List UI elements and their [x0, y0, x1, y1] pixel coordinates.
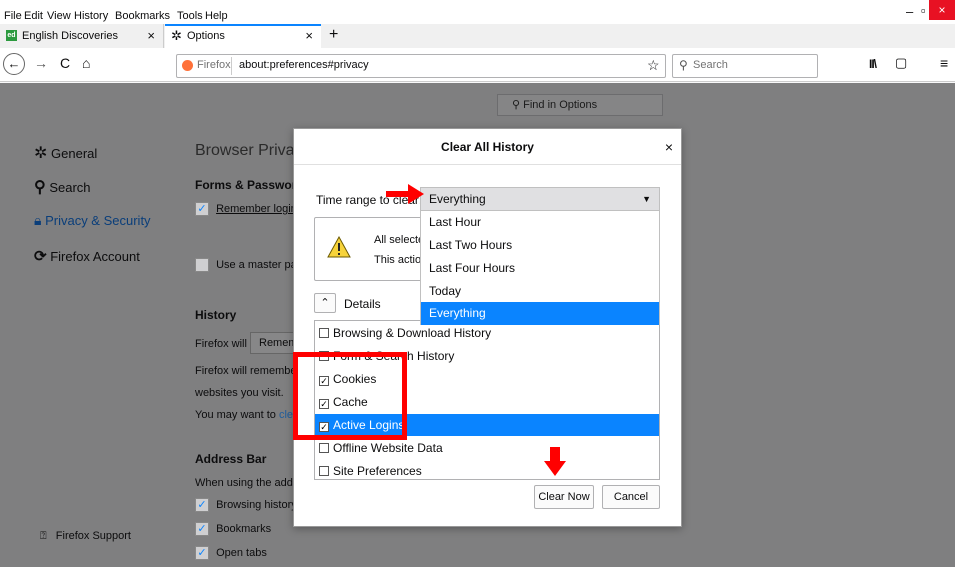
sync-icon: ⟳: [34, 248, 47, 265]
tab-label: English Discoveries: [22, 30, 118, 42]
sidebar-item-general[interactable]: ✲ General: [34, 143, 97, 163]
remember-logins-checkbox[interactable]: ✓ Remember login: [195, 202, 297, 216]
url-divider: [231, 57, 232, 75]
menu-tools[interactable]: Tools: [177, 10, 203, 22]
gear-icon: ✲: [34, 145, 48, 162]
lock-icon: 🔒︎: [34, 212, 42, 228]
master-password-checkbox[interactable]: Use a master pas: [195, 258, 302, 272]
dropdown-option[interactable]: Last Two Hours: [421, 234, 659, 257]
clear-history-link[interactable]: cle: [279, 409, 293, 421]
warning-box: All selecte This action: [314, 217, 434, 281]
sidebar-item-search[interactable]: ⚲ Search: [34, 177, 91, 197]
home-button[interactable]: ⌂: [82, 55, 90, 71]
new-tab-button[interactable]: +: [329, 26, 338, 44]
close-tab-icon[interactable]: ×: [147, 24, 155, 48]
warning-text-1: All selecte: [374, 234, 425, 246]
dialog-title: Clear All History: [294, 129, 681, 165]
may-want-text: You may want to cle: [195, 409, 294, 421]
history-mode-select[interactable]: Remem: [250, 332, 295, 354]
checkbox[interactable]: ✓: [195, 546, 209, 560]
dropdown-option[interactable]: Everything: [421, 302, 659, 325]
back-button[interactable]: ←: [3, 53, 25, 75]
bookmarks-checkbox[interactable]: ✓ Bookmarks: [195, 522, 271, 536]
websites-text: websites you visit.: [195, 387, 284, 399]
checkbox[interactable]: [319, 466, 329, 476]
window-close-button[interactable]: ×: [929, 0, 955, 20]
menu-history[interactable]: History: [74, 10, 108, 22]
red-arrow-right-icon: [386, 184, 424, 204]
list-item[interactable]: Browsing & Download History: [315, 322, 659, 344]
browsing-history-checkbox[interactable]: ✓ Browsing history: [195, 498, 297, 512]
checkbox[interactable]: [319, 443, 329, 453]
clear-now-button[interactable]: Clear Now: [534, 485, 594, 509]
firefox-support-link[interactable]: ⍰ Firefox Support: [40, 530, 131, 543]
cancel-button[interactable]: Cancel: [602, 485, 660, 509]
chevron-up-icon: ⌃: [320, 297, 330, 309]
dropdown-arrow-icon: ▼: [642, 194, 651, 204]
forward-button[interactable]: →: [34, 55, 48, 71]
red-highlight-box: [293, 352, 407, 440]
search-icon: ⚲: [34, 179, 46, 196]
checkbox[interactable]: ✓: [195, 202, 209, 216]
menu-file[interactable]: File: [4, 10, 22, 22]
list-item[interactable]: Offline Website Data: [315, 437, 659, 459]
sidebar-item-privacy[interactable]: 🔒︎ Privacy & Security: [34, 212, 151, 229]
checkbox[interactable]: ✓: [195, 522, 209, 536]
red-arrow-down-icon: [544, 447, 566, 476]
tab-label: Options: [187, 30, 225, 42]
close-tab-icon[interactable]: ×: [305, 26, 313, 46]
details-label: Details: [344, 297, 381, 311]
tab-options[interactable]: ✲ Options ×: [165, 24, 321, 48]
identity-label: Firefox: [197, 59, 231, 71]
warning-icon: [327, 236, 351, 258]
tab-english-discoveries[interactable]: ed English Discoveries ×: [0, 24, 164, 48]
menu-help[interactable]: Help: [205, 10, 228, 22]
checkbox[interactable]: [195, 258, 209, 272]
details-toggle-button[interactable]: ⌃: [314, 293, 336, 313]
list-item[interactable]: Site Preferences: [315, 460, 659, 482]
sidebar-icon[interactable]: ▢: [895, 55, 907, 71]
time-range-dropdown: Last Hour Last Two Hours Last Four Hours…: [420, 210, 660, 325]
will-remember-text: Firefox will remembe: [195, 365, 297, 377]
reload-button[interactable]: C: [60, 55, 70, 71]
search-icon: ⚲: [679, 58, 688, 72]
menu-edit[interactable]: Edit: [24, 10, 43, 22]
firefox-icon: [182, 60, 193, 71]
dialog-close-icon[interactable]: ×: [665, 139, 673, 155]
url-bar[interactable]: Firefox about:preferences#privacy ☆: [176, 54, 666, 78]
using-address-text: When using the addre: [195, 477, 303, 489]
dropdown-option[interactable]: Today: [421, 280, 659, 303]
library-icon[interactable]: II\: [869, 57, 877, 71]
hamburger-menu-icon[interactable]: ≡: [940, 55, 948, 71]
address-bar-heading: Address Bar: [195, 452, 267, 466]
time-range-select[interactable]: Everything ▼: [420, 187, 660, 211]
history-heading: History: [195, 308, 237, 322]
checkbox[interactable]: [319, 328, 329, 338]
bookmark-star-icon[interactable]: ☆: [647, 57, 660, 74]
restore-button[interactable]: ▫: [921, 3, 926, 18]
minimize-button[interactable]: –: [906, 4, 913, 19]
sidebar-item-firefox-account[interactable]: ⟳ Firefox Account: [34, 247, 140, 265]
open-tabs-checkbox[interactable]: ✓ Open tabs: [195, 546, 267, 560]
forms-heading: Forms & Password: [195, 178, 304, 192]
search-icon: ⚲: [512, 99, 524, 111]
search-placeholder: Search: [693, 59, 728, 71]
ed-favicon-icon: ed: [6, 30, 17, 41]
dropdown-option[interactable]: Last Four Hours: [421, 257, 659, 280]
dropdown-option[interactable]: Last Hour: [421, 211, 659, 234]
gear-icon: ✲: [171, 28, 182, 43]
help-icon: ⍰: [40, 530, 47, 542]
menu-bar: File Edit View History Bookmarks Tools H…: [0, 0, 955, 24]
time-range-value: Everything: [429, 192, 486, 206]
firefox-will-label: Firefox will: [195, 338, 247, 350]
find-in-options-input[interactable]: ⚲ Find in Options: [497, 94, 663, 116]
search-bar[interactable]: ⚲ Search: [672, 54, 818, 78]
menu-bookmarks[interactable]: Bookmarks: [115, 10, 170, 22]
checkbox[interactable]: ✓: [195, 498, 209, 512]
url-text[interactable]: about:preferences#privacy: [239, 59, 369, 71]
menu-view[interactable]: View: [47, 10, 71, 22]
